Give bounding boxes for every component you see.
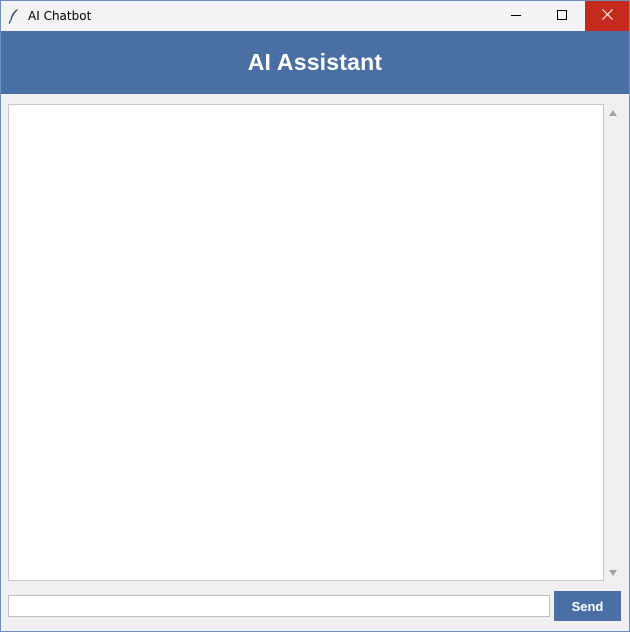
feather-icon: [8, 8, 20, 24]
message-input[interactable]: [8, 595, 550, 617]
app-window: AI Chatbot AI Assistant Send: [0, 0, 630, 632]
header-title: AI Assistant: [247, 49, 383, 75]
app-header: AI Assistant: [1, 31, 629, 94]
scroll-up-arrow-icon[interactable]: [609, 110, 617, 116]
close-button[interactable]: [585, 1, 629, 31]
maximize-button[interactable]: [539, 1, 585, 31]
title-bar[interactable]: AI Chatbot: [1, 1, 629, 31]
minimize-button[interactable]: [493, 1, 539, 31]
maximize-icon: [557, 7, 567, 25]
scroll-down-arrow-icon[interactable]: [609, 570, 617, 576]
chat-scrollbar[interactable]: [605, 104, 622, 581]
close-icon: [601, 7, 613, 25]
window-title: AI Chatbot: [28, 9, 92, 23]
send-button[interactable]: Send: [554, 591, 621, 621]
minimize-icon: [511, 7, 521, 25]
chat-history[interactable]: [8, 104, 604, 581]
